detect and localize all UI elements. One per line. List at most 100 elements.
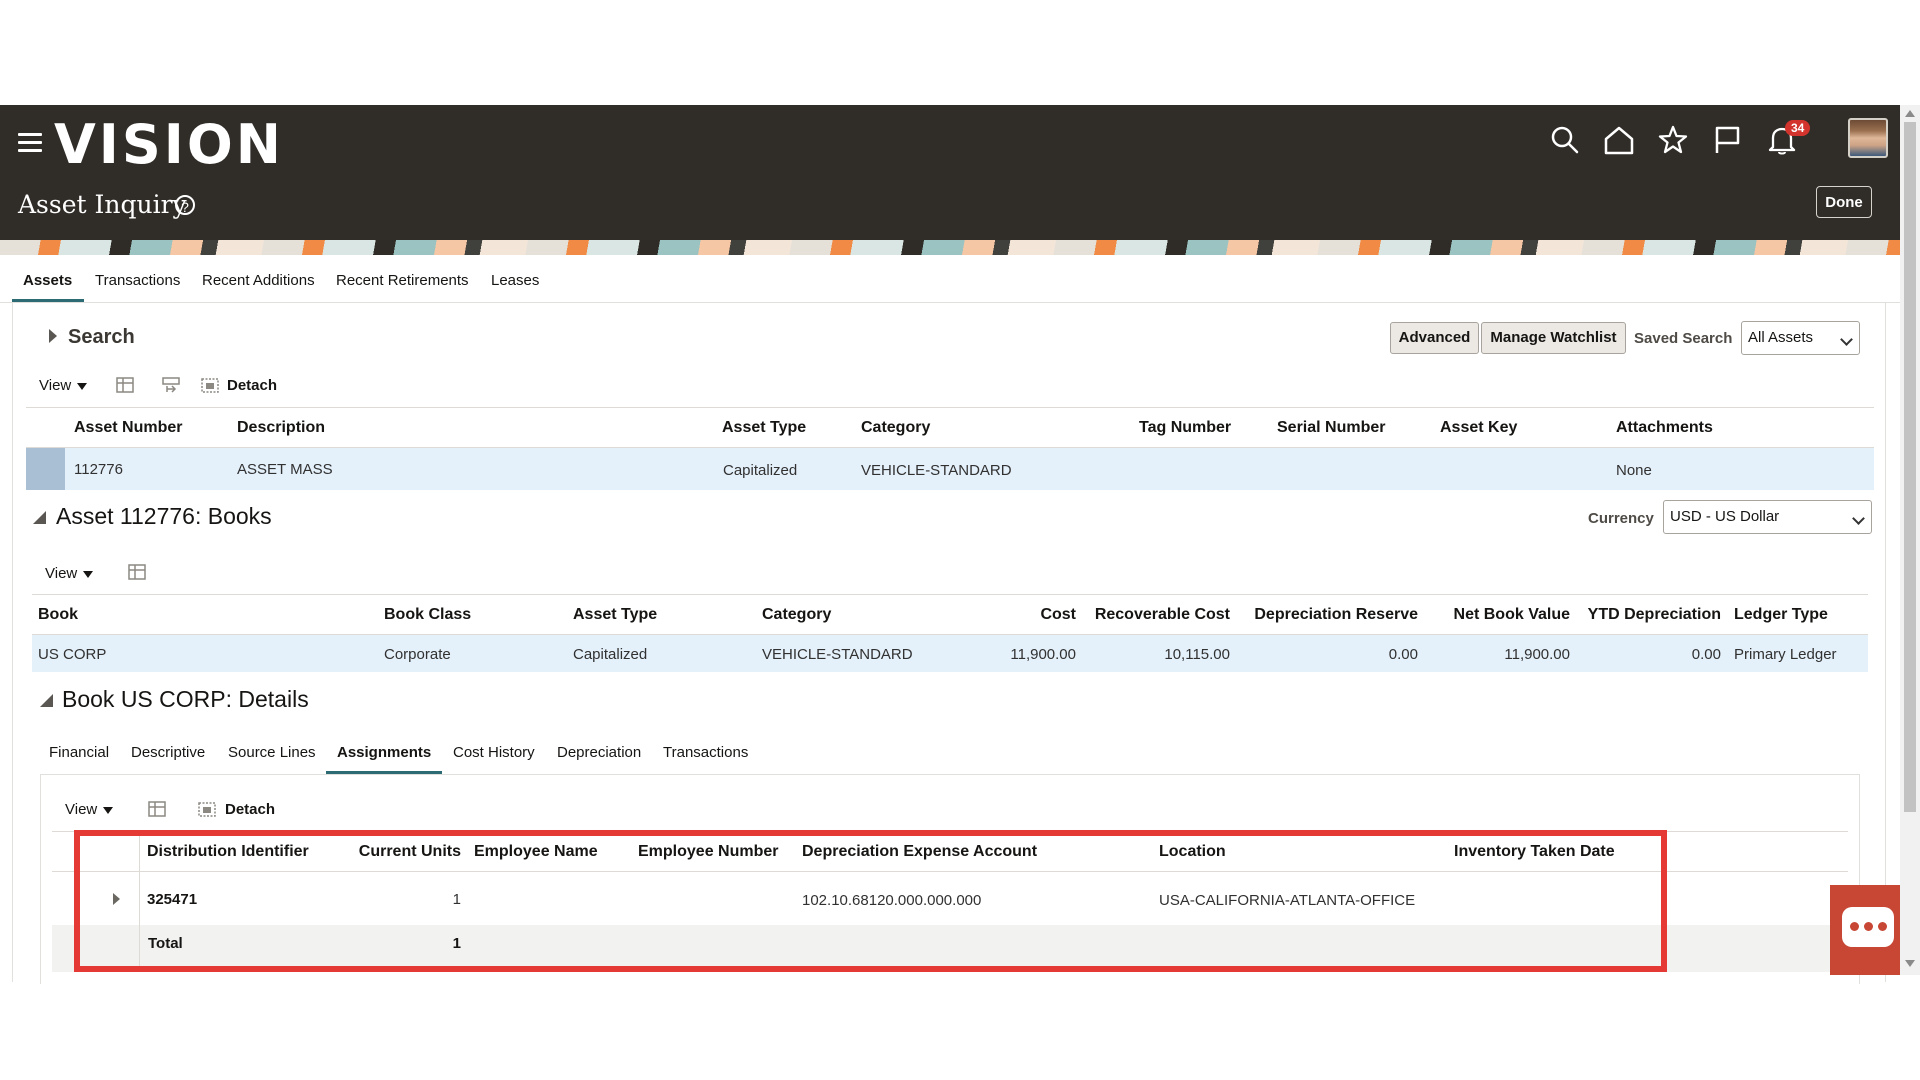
detach-button[interactable]: Detach (227, 377, 277, 394)
cell-cost: 11,900.00 (1010, 646, 1076, 663)
scrollbar-thumb[interactable] (1904, 122, 1916, 812)
subtab-financial[interactable]: Financial (49, 744, 109, 761)
help-icon[interactable]: ? (175, 195, 195, 215)
subtab-descriptive[interactable]: Descriptive (131, 744, 205, 761)
tab-recent-additions[interactable]: Recent Additions (202, 272, 315, 289)
cell-description: ASSET MASS (237, 461, 333, 478)
home-icon[interactable] (1602, 123, 1636, 157)
saved-search-value: All Assets (1748, 329, 1814, 346)
chevron-down-icon (1852, 512, 1865, 525)
cell-category: VEHICLE-STANDARD (861, 462, 1012, 479)
cell-net-book-value: 11,900.00 (1504, 646, 1570, 663)
col-net-book-value[interactable]: Net Book Value (1430, 606, 1570, 624)
hamburger-menu-icon[interactable] (18, 133, 42, 153)
subtab-cost-history[interactable]: Cost History (453, 744, 535, 761)
table-divider (26, 407, 1874, 408)
detach-button[interactable]: Detach (225, 801, 275, 818)
subtab-depreciation[interactable]: Depreciation (557, 744, 641, 761)
cell-category: VEHICLE-STANDARD (762, 646, 913, 663)
view-menu-label: View (65, 801, 98, 818)
caret-down-icon (83, 570, 94, 578)
manage-watchlist-button[interactable]: Manage Watchlist (1481, 322, 1626, 354)
collapse-books-icon[interactable] (33, 511, 46, 524)
col-attachments[interactable]: Attachments (1616, 419, 1713, 437)
search-icon[interactable] (1548, 123, 1582, 157)
detach-icon[interactable] (197, 800, 217, 818)
caret-down-icon (77, 382, 88, 390)
tab-transactions[interactable]: Transactions (95, 272, 180, 289)
col-serial-number[interactable]: Serial Number (1277, 419, 1385, 437)
caret-down-icon (103, 806, 114, 814)
detach-icon[interactable] (200, 376, 220, 394)
details-section-title: Book US CORP: Details (62, 686, 309, 712)
view-menu[interactable]: View (45, 565, 94, 582)
col-book-class[interactable]: Book Class (384, 606, 471, 624)
view-menu[interactable]: View (39, 377, 88, 394)
collapse-details-icon[interactable] (40, 694, 53, 707)
col-recoverable-cost[interactable]: Recoverable Cost (1080, 606, 1230, 624)
col-ledger-type[interactable]: Ledger Type (1734, 606, 1828, 624)
col-book[interactable]: Book (38, 606, 78, 624)
view-menu-label: View (39, 377, 72, 394)
col-ytd-depreciation[interactable]: YTD Depreciation (1575, 606, 1721, 624)
col-category[interactable]: Category (762, 606, 831, 624)
highlight-box (74, 830, 1667, 972)
wrap-icon[interactable] (161, 376, 181, 394)
tab-leases[interactable]: Leases (491, 272, 539, 289)
view-menu[interactable]: View (65, 801, 114, 818)
app-header: VISION Asset Inquiry ? 34 Done (0, 105, 1900, 255)
chat-bubble-icon (1842, 907, 1894, 947)
col-description[interactable]: Description (237, 419, 325, 437)
col-cost[interactable]: Cost (950, 606, 1076, 624)
col-asset-type[interactable]: Asset Type (573, 606, 657, 624)
tab-assets[interactable]: Assets (23, 272, 72, 289)
books-section-title: Asset 112776: Books (56, 503, 272, 529)
avatar[interactable] (1848, 118, 1888, 158)
chat-widget[interactable] (1830, 885, 1900, 975)
col-category[interactable]: Category (861, 419, 930, 437)
cell-ytd-depreciation: 0.00 (1691, 646, 1721, 663)
view-menu-label: View (45, 565, 78, 582)
saved-search-label: Saved Search (1634, 330, 1733, 347)
done-button[interactable]: Done (1816, 186, 1872, 218)
subtab-transactions[interactable]: Transactions (663, 744, 748, 761)
cell-attachments: None (1616, 462, 1652, 479)
col-asset-number[interactable]: Asset Number (74, 419, 182, 437)
col-tag-number[interactable]: Tag Number (1139, 419, 1231, 437)
freeze-columns-icon[interactable] (147, 800, 167, 818)
notification-badge: 34 (1785, 120, 1811, 136)
currency-select[interactable]: USD - US Dollar (1663, 500, 1872, 534)
cell-ledger-type: Primary Ledger (1734, 646, 1837, 663)
subtab-assignments[interactable]: Assignments (337, 744, 431, 761)
subtab-source-lines[interactable]: Source Lines (228, 744, 316, 761)
page-title: Asset Inquiry (18, 190, 187, 219)
chevron-down-icon (1840, 333, 1853, 346)
expand-search-icon[interactable] (49, 329, 57, 343)
flag-icon[interactable] (1710, 123, 1744, 157)
scroll-up-arrow-icon[interactable] (1905, 110, 1915, 117)
freeze-columns-icon[interactable] (127, 563, 147, 581)
cell-asset-number: 112776 (74, 461, 123, 478)
decorative-banner (0, 240, 1900, 255)
row-selector[interactable] (26, 448, 65, 490)
currency-value: USD - US Dollar (1670, 508, 1780, 525)
col-asset-key[interactable]: Asset Key (1440, 419, 1517, 437)
app-logo: VISION (54, 113, 284, 176)
cell-book-class: Corporate (384, 646, 451, 663)
scroll-down-arrow-icon[interactable] (1905, 960, 1915, 967)
search-section-title[interactable]: Search (68, 326, 135, 349)
cell-recoverable-cost: 10,115.00 (1164, 646, 1230, 663)
freeze-columns-icon[interactable] (115, 376, 135, 394)
cell-depreciation-reserve: 0.00 (1388, 646, 1418, 663)
table-divider (32, 594, 1868, 595)
currency-label: Currency (1588, 510, 1654, 527)
tab-recent-retirements[interactable]: Recent Retirements (336, 272, 469, 289)
col-depreciation-reserve[interactable]: Depreciation Reserve (1240, 606, 1418, 624)
cell-book: US CORP (38, 646, 107, 663)
advanced-button[interactable]: Advanced (1390, 322, 1479, 354)
cell-asset-type: Capitalized (723, 462, 798, 479)
saved-search-select[interactable]: All Assets (1741, 321, 1860, 355)
star-icon[interactable] (1656, 123, 1690, 157)
cell-asset-type: Capitalized (573, 646, 648, 663)
col-asset-type[interactable]: Asset Type (722, 419, 806, 437)
